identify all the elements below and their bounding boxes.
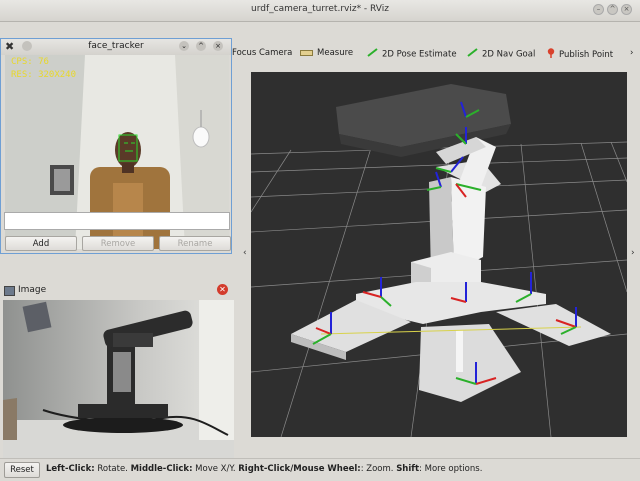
tool-toolbar: Focus Camera Measure 2D Pose Estimate 2D…	[232, 42, 640, 66]
measure-tool[interactable]: Measure	[300, 48, 353, 58]
status-bar: Reset Left-Click: Rotate. Middle-Click: …	[0, 458, 640, 481]
close-icon[interactable]: ✕	[217, 284, 228, 295]
reset-button[interactable]: Reset	[4, 462, 40, 478]
robot-model	[291, 84, 611, 402]
rename-button[interactable]: Rename	[159, 236, 231, 251]
green-arrow-icon	[367, 48, 378, 60]
camera-image	[3, 300, 234, 458]
help-key: Right-Click/Mouse Wheel:	[238, 464, 361, 474]
toolbar-overflow-button[interactable]: ›	[630, 48, 633, 58]
publish-point-tool[interactable]: Publish Point	[547, 48, 613, 61]
help-value: Move X/Y.	[192, 464, 239, 474]
help-value: Rotate.	[94, 464, 131, 474]
tool-label: Publish Point	[559, 50, 614, 60]
tool-label: Focus Camera	[232, 48, 293, 58]
ruler-icon	[300, 49, 313, 56]
help-key: Left-Click:	[46, 464, 95, 474]
help-value: : Zoom.	[360, 464, 397, 474]
help-key: Shift	[396, 464, 420, 474]
tool-label: Measure	[317, 48, 354, 58]
add-button[interactable]: Add	[5, 236, 77, 251]
3d-viewport[interactable]	[251, 72, 627, 437]
maximize-icon[interactable]: ^	[607, 4, 618, 15]
help-key: Middle-Click:	[130, 464, 193, 474]
help-value: : More options.	[419, 464, 483, 474]
cps-readout: CPS: 76	[11, 57, 49, 67]
right-panel-toggle[interactable]: ›	[631, 248, 635, 258]
close-window-icon[interactable]: ×	[621, 4, 632, 15]
window-title: urdf_camera_turret.rviz* - RViz	[251, 4, 389, 14]
resolution-readout: RES: 320X240	[11, 70, 77, 80]
green-arrow-icon	[467, 48, 478, 60]
image-panel-icon	[4, 286, 15, 296]
face-tracker-titlebar[interactable]: ✖ face_tracker ⌄ ^ ×	[1, 39, 231, 55]
maximize-icon[interactable]: ^	[196, 41, 206, 51]
minimize-icon[interactable]: –	[593, 4, 604, 15]
help-text: Left-Click: Rotate. Middle-Click: Move X…	[46, 464, 482, 474]
nav-goal-tool[interactable]: 2D Nav Goal	[467, 48, 535, 60]
minimize-icon[interactable]: ⌄	[179, 41, 189, 51]
image-panel: Image ✕	[0, 283, 234, 458]
pose-estimate-tool[interactable]: 2D Pose Estimate	[367, 48, 457, 60]
tool-label: 2D Pose Estimate	[382, 49, 457, 60]
close-icon[interactable]: ×	[213, 41, 223, 51]
window-titlebar[interactable]: urdf_camera_turret.rviz* - RViz – ^ ×	[0, 0, 640, 22]
map-pin-icon	[547, 48, 555, 61]
left-panel-toggle[interactable]: ‹	[243, 248, 247, 258]
tool-label: 2D Nav Goal	[482, 49, 536, 60]
image-panel-title: Image	[18, 285, 47, 295]
focus-camera-tool[interactable]: Focus Camera	[232, 48, 292, 58]
display-name-input[interactable]	[4, 212, 230, 230]
remove-button[interactable]: Remove	[82, 236, 154, 251]
